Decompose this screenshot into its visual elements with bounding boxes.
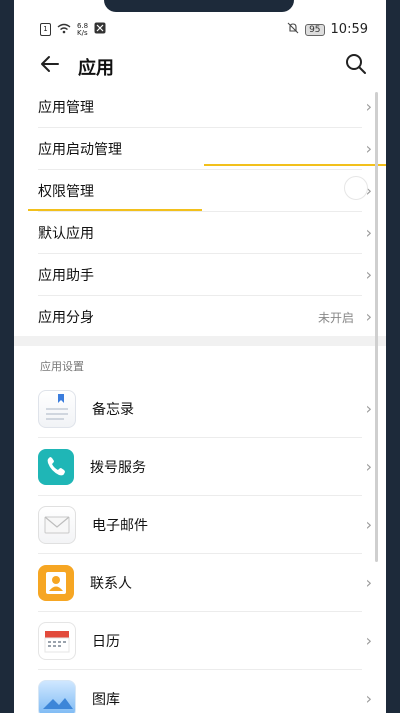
app-settings-list: 应用管理 › 应用启动管理 › 权限管理 › 默认应用 › 应用助手 › 应用分… [14,86,386,337]
chevron-right-icon: › [365,631,372,650]
chevron-right-icon: › [365,97,372,116]
app-item-label: 拨号服务 [90,459,146,476]
network-speed: 6.8 K/s [77,22,88,37]
status-left: 1 6.8 K/s [40,22,106,37]
app-item-label: 电子邮件 [92,517,148,534]
default-apps-list: 备忘录 › 拨号服务 › 电子邮件 › 联系人 › 日历 › 图库 › [14,380,386,713]
app-item-calendar[interactable]: 日历 › [38,612,372,670]
annotation-circle [344,176,368,200]
list-item-label: 默认应用 [38,225,94,242]
app-item-label: 备忘录 [92,401,134,418]
list-item-label: 应用管理 [38,99,94,116]
sim-icon: 1 [40,23,51,36]
chevron-right-icon: › [365,265,372,284]
chevron-right-icon: › [365,399,372,418]
contacts-icon [38,564,74,601]
chevron-right-icon: › [365,573,372,592]
chevron-right-icon: › [365,307,372,326]
chevron-right-icon: › [365,223,372,242]
calendar-icon [38,621,76,660]
annotation-underline [204,164,386,166]
app-item-label: 联系人 [90,575,132,592]
list-item-app-management[interactable]: 应用管理 › [38,86,372,128]
list-item-label: 权限管理 [38,183,94,200]
chevron-right-icon: › [365,139,372,158]
phone-screen: 1 6.8 K/s 95 10:59 应用 应用管理 › 应用启动管理 › 权限… [14,0,386,713]
app-item-dialer[interactable]: 拨号服务 › [38,438,372,496]
section-title: 应用设置 [40,360,84,373]
camera-notch [104,0,294,12]
list-item-app-twin[interactable]: 应用分身 未开启 › [38,296,372,337]
battery-indicator: 95 [305,23,325,36]
chevron-right-icon: › [365,457,372,476]
section-divider [14,336,386,346]
list-item-permission-management[interactable]: 权限管理 › [38,170,372,212]
memo-icon [38,389,76,428]
chevron-right-icon: › [365,689,372,708]
app-item-contacts[interactable]: 联系人 › [38,554,372,612]
annotation-underline [28,209,202,211]
clock: 10:59 [330,22,368,37]
gallery-icon [38,679,76,713]
list-item-label: 应用启动管理 [38,141,122,158]
app-item-memo[interactable]: 备忘录 › [38,380,372,438]
wifi-icon [57,23,71,37]
nfc-icon [94,22,106,37]
app-bar: 应用 [14,42,386,90]
list-item-label: 应用助手 [38,267,94,284]
mail-icon [38,505,76,544]
status-right: 95 10:59 [287,22,368,37]
phone-icon [38,448,74,485]
list-item-app-assistant[interactable]: 应用助手 › [38,254,372,296]
list-item-label: 应用分身 [38,309,94,326]
status-value: 未开启 [317,311,354,325]
mute-bell-icon [287,22,299,37]
status-bar: 1 6.8 K/s 95 10:59 [14,0,386,40]
page-title: 应用 [78,58,114,79]
chevron-right-icon: › [365,515,372,534]
app-item-gallery[interactable]: 图库 › [38,670,372,713]
search-icon[interactable] [344,52,368,76]
app-item-email[interactable]: 电子邮件 › [38,496,372,554]
back-arrow-icon[interactable] [38,52,62,76]
app-item-label: 日历 [92,633,120,650]
scrollbar[interactable] [375,92,378,562]
app-item-label: 图库 [92,691,120,708]
list-item-default-apps[interactable]: 默认应用 › [38,212,372,254]
speed-unit: K/s [77,28,88,37]
